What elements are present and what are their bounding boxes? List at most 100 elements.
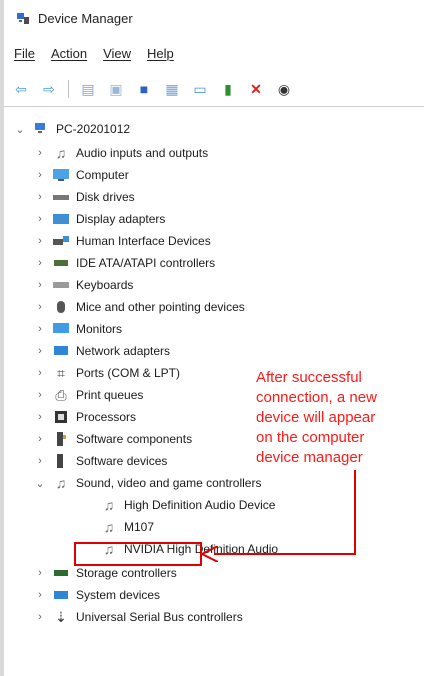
tree-item-label: IDE ATA/ATAPI controllers — [76, 256, 216, 270]
properties-icon[interactable]: ▤ — [77, 79, 99, 99]
chevron-right-icon[interactable]: › — [34, 567, 46, 579]
annotation-line: After successful — [256, 369, 362, 386]
tree-item-keyboards[interactable]: › Keyboards — [34, 274, 133, 296]
back-icon[interactable]: ⇦ — [10, 79, 32, 99]
tree-item-m107[interactable]: ♫ M107 — [100, 516, 154, 538]
forward-icon[interactable]: ⇨ — [38, 79, 60, 99]
chevron-right-icon[interactable]: › — [34, 257, 46, 269]
chevron-right-icon[interactable]: › — [34, 235, 46, 247]
annotation-line: on the computer — [256, 429, 365, 446]
tree-item-label: Universal Serial Bus controllers — [76, 610, 243, 624]
chevron-right-icon[interactable]: › — [34, 301, 46, 313]
tree-item-ports[interactable]: › ⌗ Ports (COM & LPT) — [34, 362, 180, 384]
tree-item-label: Human Interface Devices — [76, 234, 211, 248]
monitor-icon[interactable]: ▭ — [189, 79, 211, 99]
tree-root[interactable]: ⌄ PC-20201012 — [14, 118, 130, 140]
tree-item-software-devices[interactable]: › Software devices — [34, 450, 167, 472]
chevron-right-icon[interactable]: › — [34, 411, 46, 423]
tree-item-ide[interactable]: › IDE ATA/ATAPI controllers — [34, 252, 215, 274]
monitor-icon — [52, 321, 70, 337]
software-component-icon — [52, 431, 70, 447]
tree-item-label: High Definition Audio Device — [124, 498, 276, 512]
chevron-right-icon[interactable]: › — [34, 345, 46, 357]
port-icon: ⌗ — [57, 364, 65, 381]
audio-icon: ♫ — [55, 145, 67, 161]
disk-drive-icon — [52, 189, 70, 205]
tree-item-label: Disk drives — [76, 190, 135, 204]
tree-item-label: Print queues — [76, 388, 144, 402]
processor-icon — [52, 409, 70, 425]
tree-root-label: PC-20201012 — [56, 122, 131, 136]
annotation-arrow-horizontal — [214, 553, 356, 555]
chevron-right-icon[interactable]: › — [34, 389, 46, 401]
tree-item-label: Keyboards — [76, 278, 134, 292]
tree-item-label: M107 — [124, 520, 155, 534]
tree-item-label: Computer — [76, 168, 129, 182]
tree-item-network[interactable]: › Network adapters — [34, 340, 170, 362]
scan-hardware-icon[interactable]: ▦ — [161, 79, 183, 99]
menu-help[interactable]: Help — [147, 46, 174, 61]
system-device-icon — [52, 587, 70, 603]
toolbar: ⇦ ⇨ ▤ ▣ ■ ▦ ▭ ▮ ✕ ◉ — [10, 76, 295, 102]
storage-controller-icon — [52, 565, 70, 581]
tree-item-system[interactable]: › System devices — [34, 584, 160, 606]
left-edge — [0, 0, 4, 676]
tree-item-hid[interactable]: › Human Interface Devices — [34, 230, 211, 252]
chevron-right-icon[interactable]: › — [34, 589, 46, 601]
help-pane-icon[interactable]: ▣ — [105, 79, 127, 99]
tree-item-display[interactable]: › Display adapters — [34, 208, 165, 230]
chevron-down-icon[interactable]: ⌄ — [14, 123, 26, 136]
menu-file[interactable]: File — [14, 46, 35, 61]
tree-item-label: Software devices — [76, 454, 168, 468]
toolbar-divider — [4, 106, 424, 107]
network-adapter-icon — [52, 343, 70, 359]
tree-item-usb[interactable]: › ⇣ Universal Serial Bus controllers — [34, 606, 243, 628]
chevron-right-icon[interactable]: › — [34, 323, 46, 335]
tree-item-mice[interactable]: › Mice and other pointing devices — [34, 296, 245, 318]
device-manager-icon — [14, 10, 32, 26]
tree-item-label: Network adapters — [76, 344, 171, 358]
chevron-right-icon[interactable]: › — [34, 455, 46, 467]
tree-item-software-components[interactable]: › Software components — [34, 428, 192, 450]
tree-item-disk[interactable]: › Disk drives — [34, 186, 135, 208]
tree-item-audio[interactable]: › ♫ Audio inputs and outputs — [34, 142, 208, 164]
tree-item-label: Processors — [76, 410, 137, 424]
audio-device-icon: ♫ — [103, 497, 115, 513]
tree-item-processors[interactable]: › Processors — [34, 406, 136, 428]
tree-item-sound[interactable]: ⌄ ♫ Sound, video and game controllers — [34, 472, 261, 494]
tree-item-hd-audio[interactable]: ♫ High Definition Audio Device — [100, 494, 276, 516]
update-driver-icon[interactable]: ▮ — [217, 79, 239, 99]
tree-item-label: Display adapters — [76, 212, 166, 226]
chevron-down-icon[interactable]: ⌄ — [34, 477, 46, 490]
printer-icon: ⎙ — [55, 386, 67, 403]
mouse-icon — [52, 299, 70, 315]
chevron-right-icon[interactable]: › — [34, 433, 46, 445]
annotation-line: device manager — [256, 449, 363, 466]
chevron-right-icon[interactable]: › — [34, 611, 46, 623]
tree-item-label: Ports (COM & LPT) — [76, 366, 181, 380]
chevron-right-icon[interactable]: › — [34, 213, 46, 225]
tree-item-label: Monitors — [76, 322, 123, 336]
arrow-head-icon — [202, 546, 218, 562]
help-icon[interactable]: ■ — [133, 79, 155, 99]
chevron-right-icon[interactable]: › — [34, 191, 46, 203]
tree-item-monitors[interactable]: › Monitors — [34, 318, 122, 340]
tree-item-computer[interactable]: › Computer — [34, 164, 129, 186]
chevron-right-icon[interactable]: › — [34, 279, 46, 291]
menu-view[interactable]: View — [103, 46, 131, 61]
uninstall-icon[interactable]: ✕ — [245, 79, 267, 99]
software-device-icon — [52, 453, 70, 469]
annotation-callout: After successful connection, a new devic… — [256, 368, 424, 468]
chevron-right-icon[interactable]: › — [34, 367, 46, 379]
menu-action[interactable]: Action — [51, 46, 87, 61]
annotation-line: device will appear — [256, 409, 376, 426]
download-icon[interactable]: ◉ — [273, 79, 295, 99]
tree-item-print[interactable]: › ⎙ Print queues — [34, 384, 143, 406]
menu-bar: File Action View Help — [14, 46, 174, 61]
window-title: Device Manager — [38, 10, 133, 26]
chevron-right-icon[interactable]: › — [34, 147, 46, 159]
tree-item-label: Software components — [76, 432, 193, 446]
sound-icon: ♫ — [55, 475, 67, 491]
chevron-right-icon[interactable]: › — [34, 169, 46, 181]
toolbar-separator — [68, 80, 69, 98]
